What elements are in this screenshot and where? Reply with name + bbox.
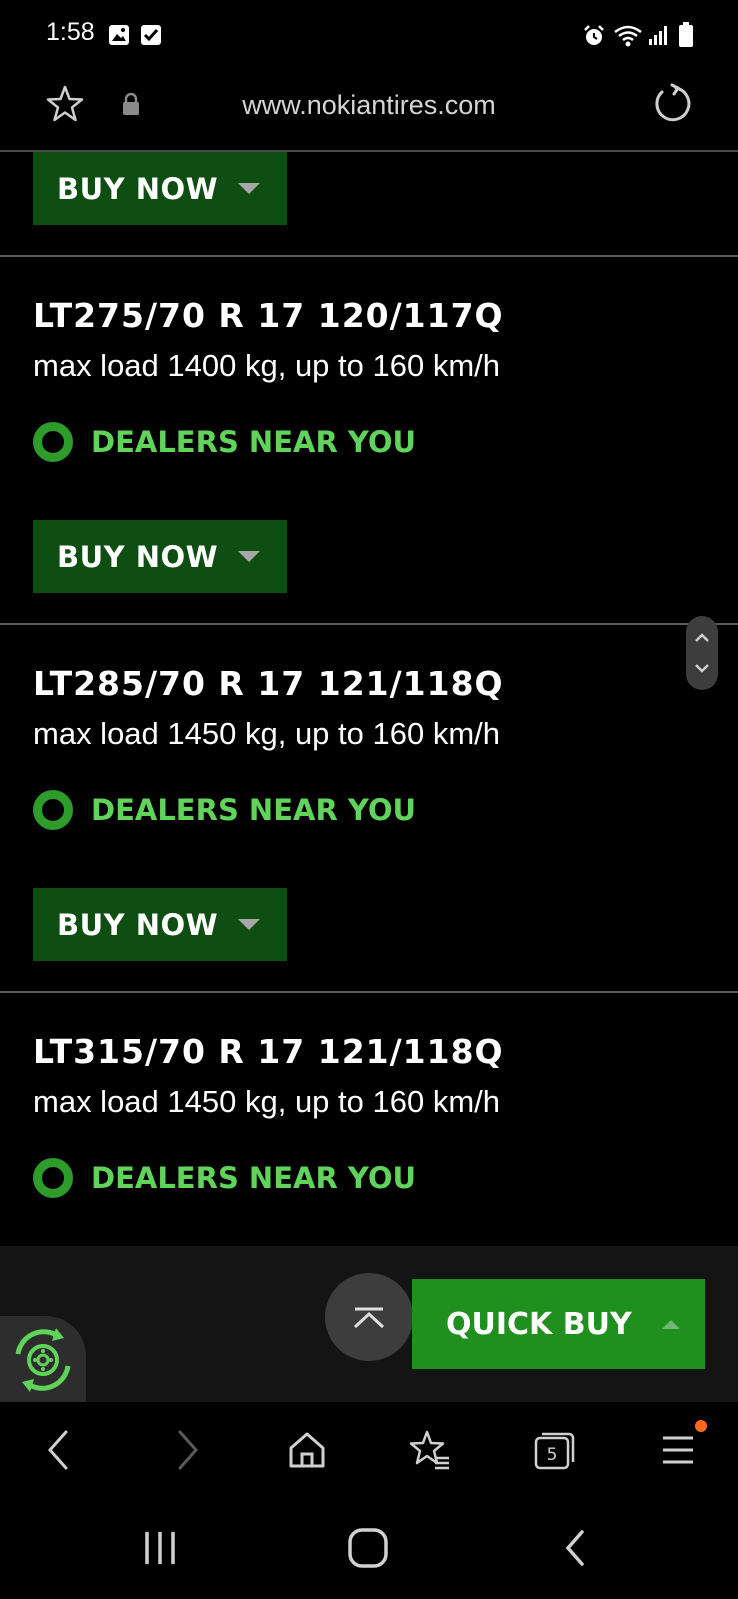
divider [0,255,738,257]
dealers-label: DEALERS NEAR YOU [91,793,417,827]
browser-url-bar: www.nokiantires.com [0,70,738,152]
browser-toolbar: 5 [0,1402,738,1506]
signal-icon [648,24,670,50]
chevron-up-icon [353,1307,385,1329]
chevron-up-icon [661,1319,680,1329]
dealers-near-you-link[interactable]: DEALERS NEAR YOU [33,1158,416,1198]
buy-now-label: BUY NOW [57,539,219,574]
buy-now-label: BUY NOW [57,907,219,942]
tire-recycle-icon [15,1328,71,1392]
dealers-label: DEALERS NEAR YOU [91,425,417,459]
wifi-icon [613,24,643,52]
forward-icon[interactable] [172,1426,202,1478]
gallery-icon [108,24,130,50]
location-ring-icon [33,1158,73,1198]
quick-buy-button[interactable]: QUICK BUY [412,1279,705,1369]
notification-dot [695,1420,707,1432]
recents-icon[interactable] [142,1526,178,1574]
tire-size-title: LT285/70 R 17 121/118Q [33,664,504,703]
bookmarks-icon[interactable] [407,1426,451,1478]
tire-spec: max load 1450 kg, up to 160 km/h [33,1084,501,1119]
buy-now-button[interactable]: BUY NOW [33,520,287,593]
reload-icon[interactable] [652,83,692,127]
url-text[interactable]: www.nokiantires.com [0,90,738,121]
status-bar: 1:58 [0,0,738,70]
fast-scroll-handle[interactable] [686,616,718,690]
system-navigation-bar [0,1506,738,1599]
divider [0,623,738,625]
battery-icon [678,22,694,52]
buy-now-button[interactable]: BUY NOW [33,152,287,225]
chevron-down-icon [238,919,261,930]
tire-spec: max load 1400 kg, up to 160 km/h [33,348,501,383]
tire-size-title: LT275/70 R 17 120/117Q [33,296,504,335]
chevron-down-icon [238,551,261,562]
scroll-to-top-button[interactable] [325,1273,413,1361]
dealers-label: DEALERS NEAR YOU [91,1161,417,1195]
dealers-near-you-link[interactable]: DEALERS NEAR YOU [33,790,416,830]
buy-now-button[interactable]: BUY NOW [33,888,287,961]
back-icon[interactable] [560,1526,590,1574]
home-icon[interactable] [287,1426,327,1478]
back-icon[interactable] [44,1426,74,1478]
chevron-down-icon [238,183,261,194]
menu-icon[interactable] [660,1426,696,1478]
dealers-near-you-link[interactable]: DEALERS NEAR YOU [33,422,416,462]
tire-size-list[interactable]: BUY NOW LT275/70 R 17 120/117Q max load … [0,152,738,1246]
tabs-icon[interactable]: 5 [533,1426,577,1478]
location-ring-icon [33,790,73,830]
eco-badge[interactable] [0,1316,86,1402]
tire-size-title: LT315/70 R 17 121/118Q [33,1032,504,1071]
check-icon [140,24,162,50]
divider [0,991,738,993]
tabs-count: 5 [547,1445,558,1465]
quick-buy-label: QUICK BUY [446,1306,632,1342]
home-icon[interactable] [346,1526,390,1574]
status-time: 1:58 [46,18,95,46]
alarm-icon [582,24,606,52]
scroll-arrows-icon [695,633,709,673]
buy-now-label: BUY NOW [57,171,219,206]
tire-spec: max load 1450 kg, up to 160 km/h [33,716,501,751]
location-ring-icon [33,422,73,462]
